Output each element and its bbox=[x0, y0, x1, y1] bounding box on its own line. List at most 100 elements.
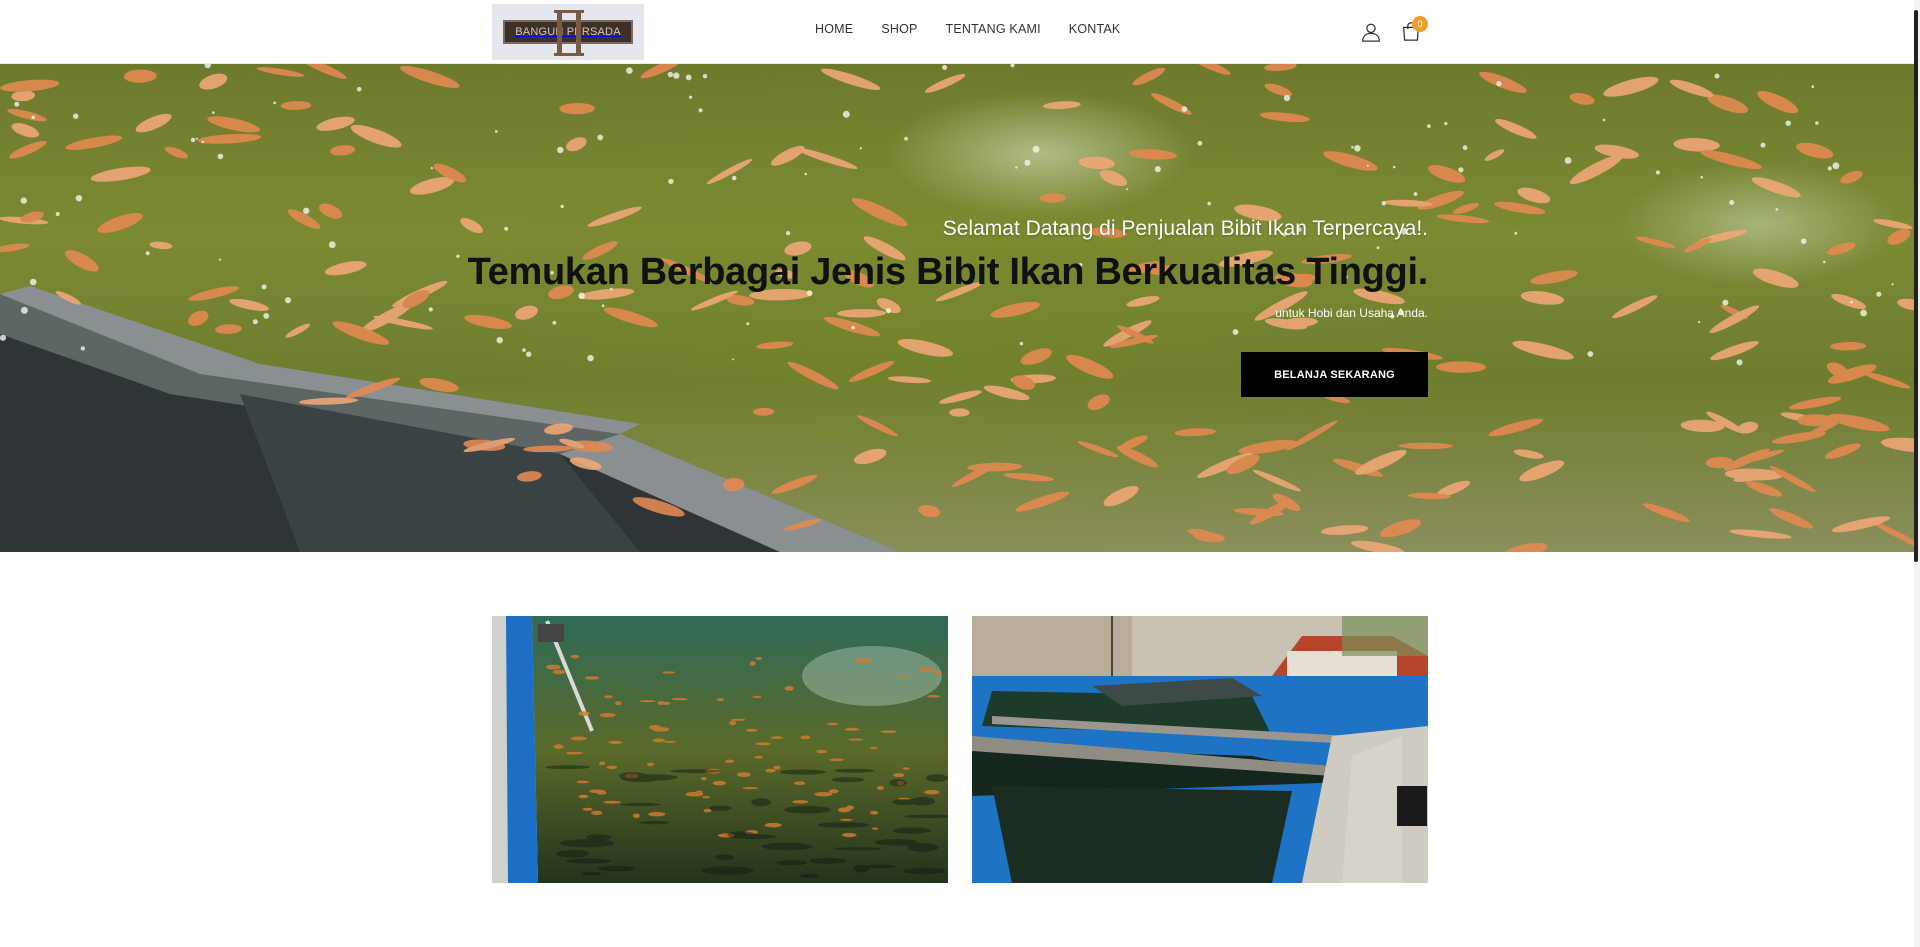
fish-shape bbox=[1769, 508, 1813, 529]
nav-kontak[interactable]: KONTAK bbox=[1069, 22, 1121, 36]
bubble-shape bbox=[1010, 64, 1015, 68]
fish-shape bbox=[800, 735, 811, 740]
fish-shape bbox=[1264, 64, 1297, 72]
user-icon[interactable] bbox=[1360, 21, 1382, 43]
site-header: BANGUN PERSADA HOME SHOP TENTANG KAMI KO… bbox=[0, 0, 1920, 64]
ripple-shape bbox=[892, 827, 932, 834]
ripple-shape bbox=[817, 822, 870, 828]
hero-text-block: Selamat Datang di Penjualan Bibit Ikan T… bbox=[467, 217, 1429, 320]
bubble-shape bbox=[1564, 157, 1572, 164]
bubble-shape bbox=[1351, 145, 1354, 149]
ripple-shape bbox=[776, 860, 807, 866]
fish-shape bbox=[787, 361, 839, 390]
bubble-shape bbox=[1381, 201, 1386, 206]
fish-shape bbox=[97, 213, 143, 233]
bubble-shape bbox=[587, 354, 594, 362]
ripple-shape bbox=[560, 839, 615, 848]
hero-subtitle: Selamat Datang di Penjualan Bibit Ikan T… bbox=[942, 217, 1428, 240]
fish-shape bbox=[1612, 295, 1658, 319]
fish-shape bbox=[821, 68, 881, 91]
page-scrollbar-thumb[interactable] bbox=[1914, 10, 1918, 562]
bubble-shape bbox=[263, 313, 270, 319]
fish-shape bbox=[695, 790, 703, 795]
bubble-shape bbox=[702, 74, 708, 79]
bubble-shape bbox=[1827, 166, 1832, 171]
fish-shape bbox=[1132, 67, 1166, 86]
fish-shape bbox=[848, 738, 864, 741]
bubble-shape bbox=[1698, 320, 1701, 324]
fish-shape bbox=[841, 832, 857, 838]
ripple-shape bbox=[889, 779, 907, 787]
bubble-shape bbox=[804, 172, 808, 176]
shop-now-button[interactable]: BELANJA SEKARANG bbox=[1241, 352, 1428, 397]
bubble-shape bbox=[1850, 300, 1853, 304]
pond-fish-image bbox=[492, 616, 948, 883]
fish-shape bbox=[578, 794, 589, 799]
fish-shape bbox=[1752, 268, 1799, 288]
ripple-shape bbox=[834, 768, 875, 773]
nav-home[interactable]: HOME bbox=[815, 22, 853, 36]
fish-shape bbox=[927, 695, 940, 698]
fish-shape bbox=[604, 695, 613, 699]
fish-shape bbox=[771, 823, 779, 828]
fish-shape bbox=[893, 773, 905, 778]
fish-shape bbox=[65, 135, 123, 150]
fish-shape bbox=[706, 158, 753, 185]
fish-shape bbox=[1827, 242, 1856, 256]
fish-shape bbox=[924, 790, 940, 795]
fish-shape bbox=[1569, 92, 1595, 105]
bubble-shape bbox=[1729, 200, 1735, 205]
fish-shape bbox=[887, 376, 932, 384]
bubble-shape bbox=[1823, 260, 1826, 264]
fish-shape bbox=[1129, 149, 1177, 160]
bubble-shape bbox=[201, 140, 205, 144]
site-logo[interactable]: BANGUN PERSADA bbox=[492, 4, 644, 60]
bubble-shape bbox=[1366, 164, 1369, 167]
bubble-shape bbox=[522, 348, 526, 352]
fish-shape bbox=[737, 772, 751, 777]
fish-shape bbox=[796, 148, 858, 169]
fish-shape bbox=[1831, 293, 1867, 310]
bubble-shape bbox=[1587, 351, 1594, 357]
fish-shape bbox=[8, 140, 47, 159]
fish-shape bbox=[578, 711, 590, 716]
ripple-shape bbox=[925, 774, 948, 782]
bubble-shape bbox=[685, 74, 692, 81]
hero-title: Temukan Berbagai Jenis Bibit Ikan Berkua… bbox=[467, 251, 1429, 293]
nav-tentang-kami[interactable]: TENTANG KAMI bbox=[946, 22, 1041, 36]
fish-shape bbox=[639, 700, 656, 703]
fish-shape bbox=[662, 671, 676, 674]
bubble-shape bbox=[303, 207, 310, 214]
ripple-shape bbox=[709, 805, 732, 811]
nav-shop[interactable]: SHOP bbox=[881, 22, 917, 36]
fish-shape bbox=[853, 658, 872, 663]
bubble-shape bbox=[1444, 121, 1448, 126]
main-nav: HOME SHOP TENTANG KAMI KONTAK bbox=[815, 22, 1120, 36]
bubble-shape bbox=[942, 65, 948, 70]
fish-shape bbox=[1517, 187, 1551, 204]
bubble-shape bbox=[842, 110, 850, 118]
bubble-shape bbox=[1181, 106, 1188, 112]
fish-shape bbox=[1495, 119, 1537, 139]
fish-shape bbox=[701, 796, 711, 799]
fish-shape bbox=[1512, 340, 1574, 360]
bubble-shape bbox=[494, 130, 498, 133]
fish-shape bbox=[1320, 525, 1369, 535]
ripple-shape bbox=[907, 842, 939, 852]
fish-shape bbox=[765, 768, 776, 773]
fish-shape bbox=[330, 145, 356, 156]
bubble-shape bbox=[1019, 341, 1024, 346]
bubble-shape bbox=[851, 325, 855, 330]
bubble-shape bbox=[557, 146, 564, 154]
bubble-shape bbox=[456, 254, 460, 258]
fish-shape bbox=[770, 145, 805, 166]
bubble-shape bbox=[1207, 201, 1211, 206]
ripple-shape bbox=[800, 873, 820, 878]
fish-shape bbox=[712, 780, 727, 786]
fish-shape bbox=[123, 69, 157, 83]
fish-shape bbox=[1043, 101, 1081, 110]
bubble-shape bbox=[145, 251, 150, 256]
bubble-shape bbox=[261, 284, 267, 290]
bubble-shape bbox=[1891, 283, 1894, 286]
bubble-shape bbox=[859, 147, 862, 150]
